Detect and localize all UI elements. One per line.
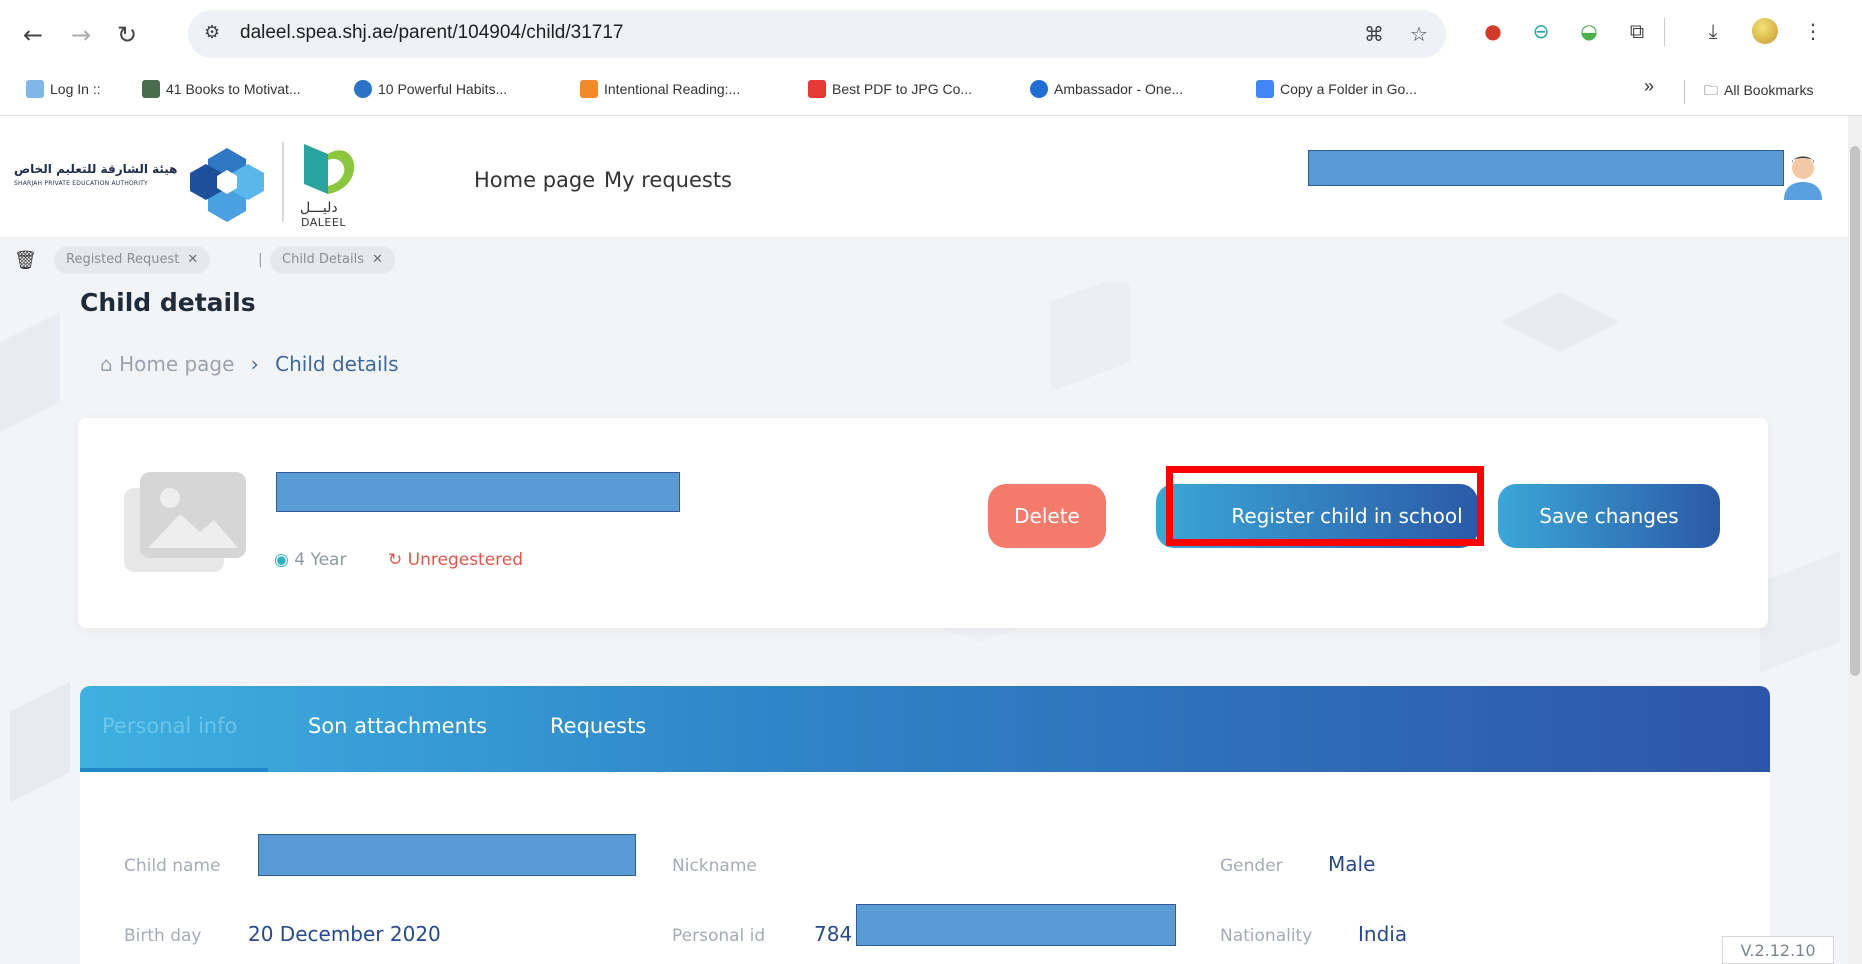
profile-avatar-icon[interactable] [1752,18,1778,44]
address-bar[interactable]: ⚙ daleel.spea.shj.ae/parent/104904/child… [188,10,1446,58]
tab-son-attachments[interactable]: Son attachments [308,714,487,738]
redacted-child-name [276,472,680,512]
nationality-value: India [1358,922,1408,946]
nav-my-requests[interactable]: My requests [604,168,732,192]
bookmark-item[interactable]: 41 Books to Motivat... [142,80,301,98]
bookmarks-divider [1684,80,1685,104]
scrollbar-thumb[interactable] [1850,146,1860,676]
bookmark-favicon-icon [1030,80,1048,98]
bookmark-favicon-icon [808,80,826,98]
trash-icon[interactable]: 🗑 [14,250,37,271]
extension-teal-icon[interactable]: ⊖ [1528,18,1554,44]
daleel-logo-arabic: دليـــل [300,200,338,216]
bookmark-star-icon[interactable]: ☆ [1410,22,1428,46]
tab-personal-info[interactable]: Personal info [102,714,237,738]
birthday-label: Birth day [124,926,202,946]
daleel-logo-english: DALEEL [301,216,346,229]
close-icon[interactable]: ✕ [372,252,383,267]
delete-button[interactable]: Delete [988,484,1106,548]
chevron-right-icon: › [250,352,259,376]
url-text: daleel.spea.shj.ae/parent/104904/child/3… [240,22,624,43]
extensions-puzzle-icon[interactable]: ⧉ [1624,18,1650,44]
bookmark-item[interactable]: Log In :: [26,80,101,98]
bookmark-favicon-icon [1256,80,1274,98]
site-settings-icon[interactable]: ⚙ [204,22,220,43]
version-badge: V.2.12.10 [1722,936,1834,964]
bookmark-favicon-icon [142,80,160,98]
chip-separator: | [258,252,263,268]
personal-id-value: 784 [814,922,853,946]
browser-toolbar: ← → ↻ ⚙ daleel.spea.shj.ae/parent/104904… [0,0,1862,68]
page-scrollbar[interactable] [1848,116,1862,964]
child-summary-card: ◉ 4 Year ↻ Unregestered Delete Register … [78,418,1768,628]
app-header: هيئة الشارقة للتعليم الخاص SHARJAH PRIVA… [0,116,1862,238]
translate-icon[interactable]: ⌘ [1364,22,1384,46]
page-title: Child details [80,288,256,317]
redacted-child-name-field [258,834,636,876]
home-icon: ⌂ [100,352,113,376]
all-bookmarks-button[interactable]: 🗀 All Bookmarks [1704,80,1813,104]
status-badge: ↻ Unregestered [388,550,524,570]
bookmark-item[interactable]: Ambassador - One... [1030,80,1183,98]
bookmark-favicon-icon [26,80,44,98]
age-icon: ◉ [274,550,289,570]
breadcrumb-current: Child details [275,352,399,376]
download-icon[interactable]: ⤓ [1700,18,1726,44]
open-tabs-row: 🗑 Registed Request ✕ | Child Details ✕ [0,238,1862,282]
save-changes-button[interactable]: Save changes [1498,484,1720,548]
close-icon[interactable]: ✕ [187,252,198,267]
nickname-label: Nickname [672,856,757,876]
spea-logo-english: SHARJAH PRIVATE EDUCATION AUTHORITY [14,180,148,187]
extension-red-icon[interactable]: ● [1480,18,1506,44]
forward-icon[interactable]: → [66,20,96,50]
image-placeholder-icon [124,472,246,572]
reload-icon[interactable]: ↻ [112,20,142,50]
gender-label: Gender [1220,856,1283,876]
bookmark-item[interactable]: 10 Powerful Habits... [354,80,507,98]
spea-logo-arabic: هيئة الشارقة للتعليم الخاص [14,162,178,176]
tab-requests[interactable]: Requests [550,714,646,738]
logo-divider [282,142,284,222]
active-tab-indicator [80,768,268,772]
redacted-user-name [1308,150,1784,186]
user-avatar-icon[interactable] [1780,152,1826,202]
daleel-logo-icon [304,144,355,194]
tab-chip-child-details[interactable]: Child Details ✕ [270,246,395,274]
nav-home-page[interactable]: Home page [474,168,595,192]
nationality-label: Nationality [1220,926,1313,946]
bookmark-favicon-icon [580,80,598,98]
info-tab-bar: Personal info Son attachments Requests [80,686,1770,772]
toolbar-divider [1664,18,1665,46]
breadcrumb: ⌂ Home page › Child details [100,352,399,376]
spea-logo-icon [190,148,264,222]
child-name-label: Child name [124,856,221,876]
bookmarks-bar: Log In :: 41 Books to Motivat... 10 Powe… [0,68,1862,116]
extension-green-icon[interactable]: ◒ [1576,18,1602,44]
birthday-value: 20 December 2020 [248,922,441,946]
child-info-card: Personal info Son attachments Requests C… [80,686,1770,964]
bookmark-favicon-icon [354,80,372,98]
folder-icon: 🗀 [1704,82,1718,98]
highlight-box [1166,466,1484,546]
bookmark-item[interactable]: Intentional Reading:... [580,80,740,98]
tab-chip-registed-request[interactable]: Registed Request ✕ [54,246,211,274]
more-bookmarks-button[interactable]: » [1644,76,1654,97]
personal-id-label: Personal id [672,926,766,946]
redacted-personal-id [856,904,1176,946]
gender-value: Male [1328,852,1376,876]
child-age: ◉ 4 Year [274,550,347,570]
bookmark-item[interactable]: Copy a Folder in Go... [1256,80,1417,98]
back-icon[interactable]: ← [18,20,48,50]
browser-menu-icon[interactable]: ⋮ [1800,18,1826,44]
status-icon: ↻ [388,550,403,570]
bookmark-item[interactable]: Best PDF to JPG Co... [808,80,972,98]
breadcrumb-home[interactable]: ⌂ Home page [100,352,234,376]
